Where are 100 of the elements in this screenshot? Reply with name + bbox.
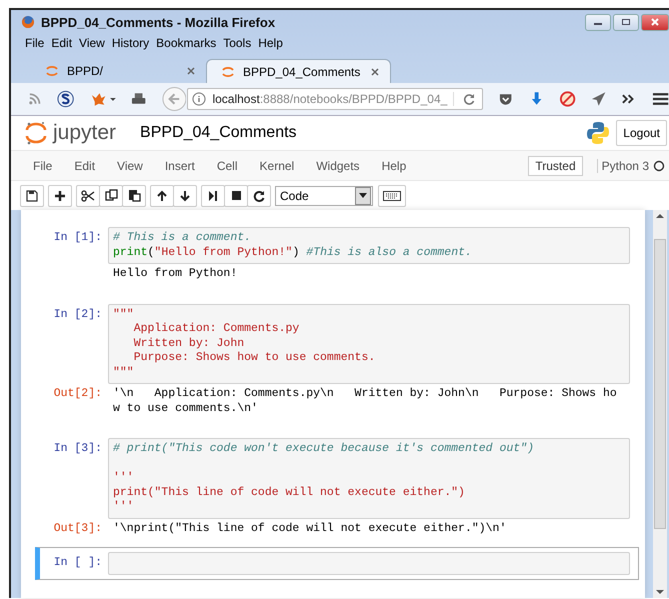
cell-type-dropdown[interactable]: Code xyxy=(275,186,373,206)
stop-icon xyxy=(230,190,242,201)
caret-icon xyxy=(359,192,367,198)
output-text: Hello from Python! xyxy=(113,267,238,282)
address-bar[interactable]: localhost:8888/notebooks/BPPD/BPPD_04_ xyxy=(187,88,484,110)
menu-item[interactable]: Bookmarks xyxy=(156,36,216,50)
notebook-name[interactable]: BPPD_04_Comments xyxy=(140,124,297,142)
scroll-up-icon[interactable] xyxy=(656,213,664,219)
notebook-cell[interactable]: In [1]: # This is a comment. print("Hello from Python!") #This is also a comment. Hello from Python! xyxy=(35,222,639,290)
restart-icon xyxy=(253,190,265,202)
input-prompt: In [3]: xyxy=(52,441,103,455)
menu-item[interactable]: File xyxy=(33,158,52,172)
url-text: localhost:8888/notebooks/BPPD/BPPD_04_ xyxy=(212,92,448,106)
printer-icon[interactable] xyxy=(131,92,147,106)
blocked-icon[interactable] xyxy=(558,90,576,108)
code-line: ''' xyxy=(113,500,135,514)
copy-icon xyxy=(104,189,118,202)
python-logo-icon xyxy=(586,121,610,145)
maximize-button[interactable] xyxy=(613,14,639,30)
scroll-down-icon[interactable] xyxy=(656,589,664,595)
menu-item[interactable]: Help xyxy=(258,36,283,50)
browser-tab[interactable]: BPPD/ xyxy=(31,59,206,83)
paste-icon xyxy=(128,189,140,202)
code-input[interactable]: # This is a comment. print("Hello from Python!") #This is also a comment. xyxy=(108,227,630,264)
plus-icon xyxy=(54,190,66,202)
step-forward-icon xyxy=(208,190,218,202)
close-icon xyxy=(650,18,660,26)
chevrons-icon[interactable] xyxy=(621,93,635,105)
arrow-down-icon xyxy=(179,190,191,202)
code-input[interactable] xyxy=(108,552,630,574)
input-prompt: In [2]: xyxy=(52,306,103,320)
input-prompt: In [ ]: xyxy=(52,555,103,569)
stop-button[interactable] xyxy=(224,184,248,206)
code-input[interactable]: # print("This code won't execute because it's commented out") ''' print("This line of code will not execute either.") ''' xyxy=(108,438,630,518)
scrollbar[interactable] xyxy=(653,210,667,598)
menu-item[interactable]: Tools xyxy=(223,36,252,50)
menu-item[interactable]: View xyxy=(117,158,143,172)
save-icon xyxy=(26,190,38,202)
cut-button[interactable] xyxy=(76,184,100,206)
firefox-icon xyxy=(21,15,35,29)
logout-button[interactable]: Logout xyxy=(616,120,667,146)
code-line: """ xyxy=(113,366,135,380)
info-icon[interactable] xyxy=(192,92,206,106)
notebook-cell[interactable]: In [2]: """ Application: Comments.py Written by: John Purpose: Shows how to use comments. """ Out[2]: '\n Application: Comments.py\n Written by: John\n Purpose: Shows ho w to use comments.\n' xyxy=(35,298,639,424)
paste-button[interactable] xyxy=(122,184,146,206)
code-line: # print("This code won't execute because it's commented out") xyxy=(113,442,535,456)
menu-item[interactable]: Kernel xyxy=(260,158,294,172)
menu-item[interactable]: File xyxy=(25,36,44,50)
minimize-button[interactable] xyxy=(585,14,611,30)
output-text: '\nprint("This line of code will not execute either.")\n' xyxy=(113,522,508,536)
keyboard-icon xyxy=(383,190,401,200)
kernel-status-icon xyxy=(653,160,665,172)
menu-item[interactable]: Edit xyxy=(74,158,96,172)
jupyter-logo-icon[interactable] xyxy=(25,121,47,145)
move-up-button[interactable] xyxy=(150,184,174,206)
scissors-icon xyxy=(81,190,95,202)
move-down-button[interactable] xyxy=(173,184,197,206)
notebook-cell[interactable]: In [3]: # print("This code won't execute because it's commented out") ''' print("This line of code will not execute either.") ''' Out[3]: '\nprint("This line of code will not execute either.")\n' xyxy=(35,433,639,544)
output-text: w to use comments.\n' xyxy=(113,402,259,416)
menu-item[interactable]: Widgets xyxy=(316,158,360,172)
window-title: BPPD_04_Comments - Mozilla Firefox xyxy=(41,14,276,30)
close-tab-icon[interactable] xyxy=(186,66,196,76)
menu-item[interactable]: Insert xyxy=(164,158,195,172)
reload-icon[interactable] xyxy=(453,92,476,106)
notebook-cell[interactable]: In [ ]: xyxy=(35,547,639,580)
copy-button[interactable] xyxy=(99,184,123,206)
close-tab-icon[interactable] xyxy=(370,66,380,76)
code-line: Purpose: Shows how to use comments. xyxy=(132,351,376,366)
jupyter-wordmark: jupyter xyxy=(53,121,116,145)
send-icon[interactable] xyxy=(591,91,606,107)
menu-icon[interactable] xyxy=(652,92,669,106)
run-button[interactable] xyxy=(201,184,225,206)
code-line: print("Hello from Python!") #This is also a comment. xyxy=(113,246,473,260)
code-input[interactable]: """ Application: Comments.py Written by: John Purpose: Shows how to use comments. """ xyxy=(108,304,630,384)
add-cell-button[interactable] xyxy=(48,184,72,206)
code-line: print("This line of code will not execute either.") xyxy=(113,486,466,500)
s-logo-icon[interactable] xyxy=(57,90,75,108)
maximize-icon xyxy=(621,18,631,26)
code-line: """ xyxy=(113,308,135,322)
jupyter-tab-icon xyxy=(221,64,235,78)
restart-button[interactable] xyxy=(247,184,271,206)
kernel-name: Python 3 xyxy=(596,158,649,172)
rss-icon[interactable] xyxy=(27,91,42,107)
output-prompt: Out[2]: xyxy=(52,386,103,400)
code-line: ''' xyxy=(113,471,135,486)
menu-item[interactable]: History xyxy=(112,36,150,50)
trusted-indicator[interactable]: Trusted xyxy=(528,156,583,176)
menu-item[interactable]: Help xyxy=(382,158,406,172)
code-line: # This is a comment. xyxy=(113,231,252,246)
keyboard-button[interactable] xyxy=(378,184,406,206)
pocket-icon[interactable] xyxy=(498,91,514,107)
browser-tab[interactable]: BPPD_04_Comments xyxy=(206,59,391,83)
menu-item[interactable]: View xyxy=(79,36,105,50)
close-button[interactable] xyxy=(641,14,669,30)
jupyter-tab-icon xyxy=(45,64,59,78)
menu-item[interactable]: Edit xyxy=(51,36,72,50)
menu-item[interactable]: Cell xyxy=(216,158,238,172)
save-button[interactable] xyxy=(20,184,44,206)
output-text: '\n Application: Comments.py\n Written by: John\n Purpose: Shows ho xyxy=(113,387,618,402)
arrow-up-icon xyxy=(156,190,168,202)
